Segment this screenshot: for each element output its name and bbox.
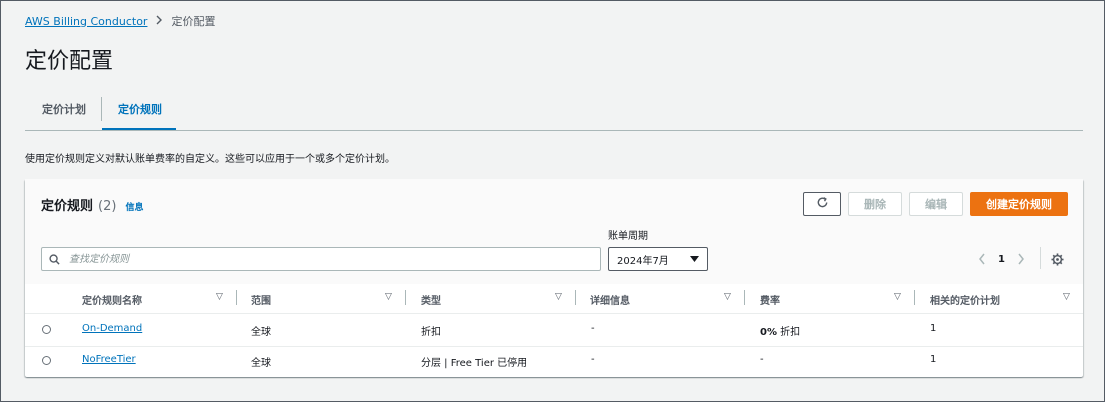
sort-icon[interactable]: ▽: [724, 292, 731, 302]
current-page[interactable]: 1: [998, 254, 1005, 265]
cell-scope: 全球: [251, 358, 271, 369]
pagination-divider: [1040, 247, 1041, 269]
cell-details: -: [591, 354, 595, 365]
sort-icon[interactable]: ▽: [1063, 292, 1070, 302]
table-title: 定价规则: [41, 199, 94, 214]
page-description: 使用定价规则定义对默认账单费率的自定义。这些可以应用于一个或多个定价计划。: [25, 154, 395, 165]
table-row[interactable]: On-Demand 全球 折扣 - 0% 折扣 1: [25, 314, 1083, 346]
breadcrumb-current: 定价配置: [171, 15, 216, 28]
breadcrumb-link-billing-conductor[interactable]: AWS Billing Conductor: [25, 15, 147, 28]
sort-icon[interactable]: ▽: [385, 292, 392, 302]
caret-down-icon: [690, 254, 699, 265]
create-pricing-rule-button[interactable]: 创建定价规则: [970, 192, 1068, 216]
tab-pricing-plans[interactable]: 定价计划: [42, 101, 86, 117]
rule-name-link[interactable]: On-Demand: [82, 323, 142, 334]
rate-value: 0%: [760, 327, 777, 338]
column-header-rate[interactable]: 费率: [760, 292, 780, 307]
row-select-radio[interactable]: [42, 356, 51, 365]
chevron-right-icon[interactable]: [1017, 250, 1025, 269]
table-count: (2): [98, 199, 117, 214]
billing-period-select[interactable]: 2024年7月: [608, 247, 708, 271]
billing-period-value: 2024年7月: [617, 255, 669, 267]
column-header-details[interactable]: 详细信息: [590, 292, 630, 307]
pricing-rules-table-container: 定价规则 (2) 信息 删除 编辑 创建定价规则 账单周期 2024年7月 1: [25, 179, 1083, 377]
sort-icon[interactable]: ▽: [555, 292, 562, 302]
column-divider: [744, 290, 745, 305]
rule-name-link[interactable]: NoFreeTier: [82, 354, 136, 365]
cell-rate: -: [760, 354, 764, 365]
info-link[interactable]: 信息: [125, 200, 143, 213]
breadcrumb: AWS Billing Conductor 定价配置: [25, 13, 215, 29]
search-icon: [49, 253, 60, 265]
delete-button[interactable]: 删除: [848, 192, 902, 216]
cell-type: 折扣: [421, 327, 441, 338]
tabs-divider: [25, 130, 1083, 131]
cell-details: -: [591, 323, 595, 334]
page-title: 定价配置: [25, 49, 114, 74]
search-field[interactable]: [41, 247, 601, 271]
refresh-button[interactable]: [803, 192, 841, 216]
cell-related-plans: 1: [930, 354, 937, 365]
chevron-right-icon: [155, 15, 163, 28]
rate-label: 折扣: [780, 327, 801, 338]
cell-scope: 全球: [251, 327, 271, 338]
sort-icon[interactable]: ▽: [894, 292, 901, 302]
search-input[interactable]: [67, 252, 571, 266]
cell-rate: 0% 折扣: [760, 323, 800, 338]
cell-related-plans: 1: [930, 323, 937, 334]
cell-type: 分层 | Free Tier 已停用: [421, 358, 528, 369]
column-divider: [405, 290, 406, 305]
pagination: 1: [978, 250, 1025, 269]
row-select-radio[interactable]: [42, 325, 51, 334]
tab-separator: [101, 97, 102, 121]
rate-label: -: [760, 354, 764, 365]
column-divider: [236, 290, 237, 305]
tab-pricing-rules[interactable]: 定价规则: [118, 101, 162, 117]
table-header-row: 定价规则名称 ▽ 范围 ▽ 类型 ▽ 详细信息 ▽ 费率 ▽ 相关的定价计划 ▽: [25, 284, 1083, 312]
column-header-scope[interactable]: 范围: [251, 292, 271, 307]
column-header-type[interactable]: 类型: [421, 292, 441, 307]
column-header-name[interactable]: 定价规则名称: [82, 292, 142, 307]
column-divider: [914, 290, 915, 305]
gear-icon[interactable]: [1051, 251, 1064, 270]
table-row[interactable]: NoFreeTier 全球 分层 | Free Tier 已停用 - - 1: [25, 347, 1083, 377]
table-title-group: 定价规则 (2) 信息: [41, 195, 143, 214]
sort-icon[interactable]: ▽: [216, 292, 223, 302]
billing-period-label: 账单周期: [608, 231, 648, 242]
edit-button[interactable]: 编辑: [909, 192, 963, 216]
column-divider: [575, 290, 576, 305]
column-header-related-plans[interactable]: 相关的定价计划: [930, 292, 1000, 307]
chevron-left-icon[interactable]: [978, 250, 986, 269]
refresh-icon: [816, 196, 829, 212]
